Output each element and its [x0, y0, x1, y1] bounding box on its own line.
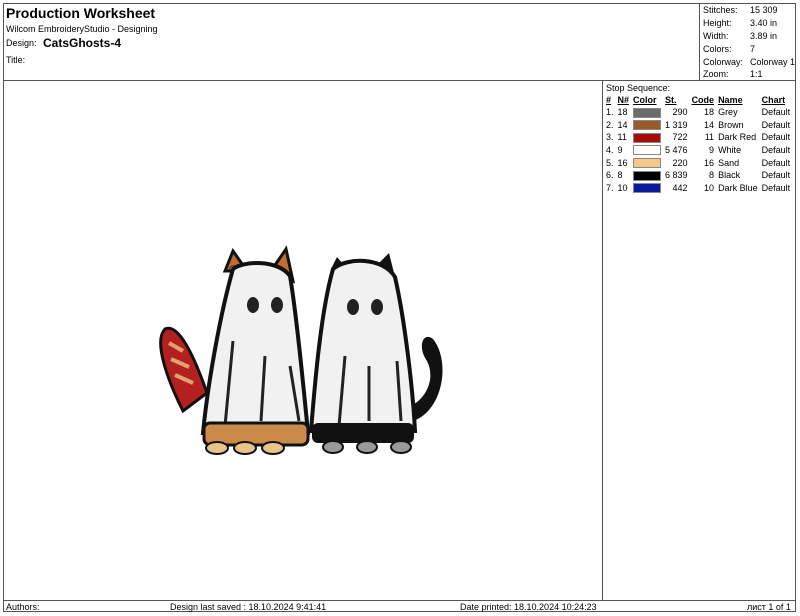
row-stitches: 6 839 — [665, 170, 688, 181]
info-label: Width: — [703, 31, 729, 41]
row-needle: 8 — [617, 170, 623, 181]
col-color: Color — [633, 95, 657, 105]
row-stitches: 5 476 — [665, 145, 688, 156]
table-row: 1. 18 290 18 Grey Default — [604, 106, 792, 119]
design-label: Design: — [6, 38, 37, 48]
title-label: Title: — [6, 55, 26, 65]
row-color-name: Brown — [718, 119, 744, 130]
color-swatch — [633, 120, 662, 131]
row-needle: 9 — [617, 145, 623, 156]
row-needle: 18 — [617, 107, 628, 118]
table-row: 5. 16 220 16 Sand Default — [604, 156, 792, 169]
table-row: 4. 9 5 476 9 White Default — [604, 144, 792, 157]
row-chart: Default — [761, 119, 791, 130]
col-chart: Chart — [761, 95, 786, 105]
row-index: 2. — [606, 119, 614, 130]
info-label: Stitches: — [703, 5, 738, 15]
info-label: Height: — [703, 18, 732, 28]
row-color-swatch — [631, 106, 663, 119]
info-label: Colorway: — [703, 57, 744, 67]
col-index: # — [606, 95, 612, 105]
sheet-number: лист 1 of 1 — [747, 602, 791, 612]
col-name: Name — [718, 95, 743, 105]
table-header-row: # N# Color St. Code Name Chart — [604, 94, 792, 106]
table-row: 7. 10 442 10 Dark Blue Default — [604, 182, 792, 195]
row-chart: Default — [761, 182, 791, 193]
info-value: 3.40 in — [750, 18, 778, 28]
info-value: Colorway 1 — [750, 57, 796, 67]
row-index: 1. — [606, 107, 614, 118]
row-code: 9 — [709, 145, 715, 156]
row-color-swatch — [631, 144, 663, 157]
row-index: 5. — [606, 157, 614, 168]
row-stitches: 1 319 — [665, 119, 688, 130]
info-label: Zoom: — [703, 69, 729, 79]
col-needle: N# — [617, 95, 630, 105]
row-color-name: Dark Red — [718, 132, 757, 143]
design-name: CatsGhosts-4 — [43, 36, 122, 50]
row-color-name: Sand — [718, 157, 740, 168]
row-code: 11 — [704, 132, 715, 143]
row-chart: Default — [761, 107, 791, 118]
row-chart: Default — [761, 145, 791, 156]
row-needle: 14 — [617, 119, 628, 130]
last-saved-text: Design last saved : 18.10.2024 9:41:41 — [170, 602, 327, 612]
row-index: 3. — [606, 132, 614, 143]
row-code: 8 — [709, 170, 715, 181]
color-swatch — [633, 157, 662, 168]
row-stitches: 442 — [672, 182, 688, 193]
row-stitches: 290 — [672, 107, 688, 118]
date-printed-text: Date printed: 18.10.2024 10:24:23 — [460, 602, 597, 612]
row-code: 10 — [704, 182, 715, 193]
info-value: 3.89 in — [750, 31, 778, 41]
table-row: 3. 11 722 11 Dark Red Default — [604, 131, 792, 144]
worksheet-footer: Authors: Design last saved : 18.10.2024 … — [3, 600, 796, 612]
row-color-name: Black — [718, 170, 741, 181]
embroidery-design-image — [159, 245, 443, 455]
page-title: Production Worksheet — [6, 5, 156, 21]
design-canvas[interactable] — [3, 81, 603, 600]
color-swatch — [633, 145, 662, 156]
info-value: 7 — [750, 44, 756, 54]
row-chart: Default — [761, 132, 791, 143]
row-color-swatch — [631, 131, 663, 144]
row-color-swatch — [631, 119, 663, 132]
row-stitches: 220 — [672, 157, 688, 168]
color-swatch — [633, 107, 662, 118]
row-index: 7. — [606, 182, 614, 193]
row-color-swatch — [631, 182, 663, 195]
stop-sequence-table: # N# Color St. Code Name Chart 1. 18 290 18… — [604, 94, 792, 194]
app-subtitle: Wilcom EmbroideryStudio - Designing — [6, 24, 158, 34]
authors-label: Authors: — [6, 602, 40, 612]
row-needle: 16 — [617, 157, 628, 168]
info-value: 1:1 — [750, 69, 763, 79]
row-code: 14 — [704, 119, 715, 130]
info-label: Colors: — [703, 44, 732, 54]
table-row: 2. 14 1 319 14 Brown Default — [604, 119, 792, 132]
row-chart: Default — [761, 170, 791, 181]
table-row: 6. 8 6 839 8 Black Default — [604, 169, 792, 182]
row-color-swatch — [631, 169, 663, 182]
row-color-name: Grey — [718, 107, 738, 118]
col-stitches: St. — [665, 95, 677, 105]
row-color-swatch — [631, 156, 663, 169]
row-needle: 10 — [617, 182, 628, 193]
row-color-name: Dark Blue — [718, 182, 758, 193]
row-chart: Default — [761, 157, 791, 168]
row-needle: 11 — [617, 132, 627, 143]
color-swatch — [633, 170, 662, 181]
row-code: 16 — [704, 157, 715, 168]
info-value: 15 309 — [750, 5, 778, 15]
row-index: 4. — [606, 145, 614, 156]
row-index: 6. — [606, 170, 614, 181]
col-code: Code — [691, 95, 715, 105]
row-stitches: 722 — [672, 132, 688, 143]
design-info-panel: Stitches: 15 309 Height: 3.40 in Width: … — [699, 3, 797, 80]
color-swatch — [633, 132, 662, 143]
color-swatch — [633, 183, 662, 194]
stop-sequence-heading: Stop Sequence: — [606, 83, 671, 93]
worksheet-header: Production Worksheet Wilcom EmbroiderySt… — [3, 3, 796, 81]
row-code: 18 — [704, 107, 715, 118]
row-color-name: White — [718, 145, 742, 156]
